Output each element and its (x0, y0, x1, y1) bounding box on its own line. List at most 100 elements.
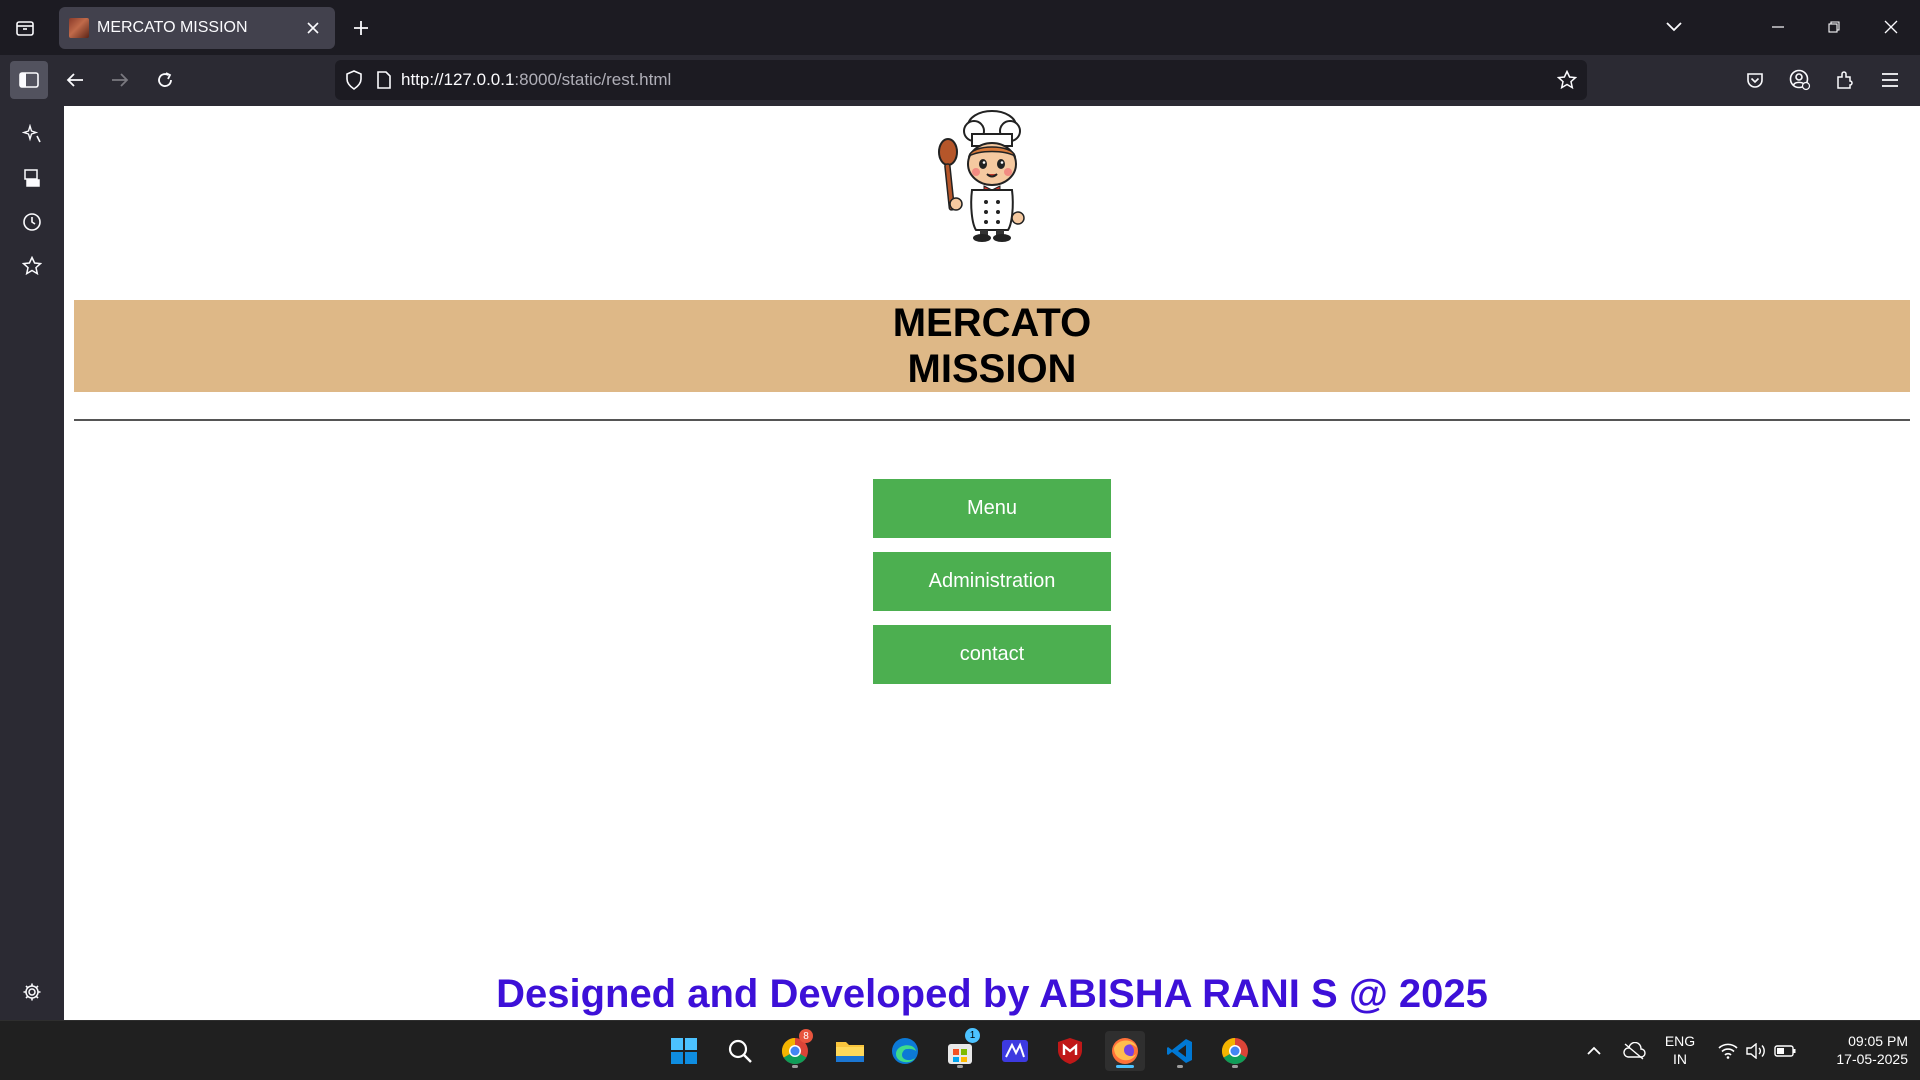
windows-icon (671, 1038, 697, 1064)
taskbar-edge[interactable] (885, 1031, 925, 1071)
tab-title: MERCATO MISSION (97, 19, 248, 36)
arrow-left-icon (66, 73, 83, 87)
running-indicator (1177, 1065, 1183, 1068)
start-button[interactable] (664, 1031, 704, 1071)
address-bar[interactable]: http://127.0.0.1:8000/static/rest.html (335, 60, 1587, 100)
list-all-tabs-button[interactable] (1657, 12, 1691, 42)
footer-credit: Designed and Developed by ABISHA RANI S … (496, 972, 1488, 1016)
menu-button[interactable]: Menu (873, 479, 1111, 538)
taskbar-mcafee[interactable] (1050, 1031, 1090, 1071)
url-text[interactable]: http://127.0.0.1:8000/static/rest.html (401, 70, 1557, 90)
arrow-right-icon (112, 73, 129, 87)
restore-icon (1828, 21, 1840, 33)
chevron-up-icon (1587, 1046, 1601, 1055)
taskbar-store[interactable]: 1 (940, 1028, 980, 1071)
clock[interactable]: 09:05 PM 17-05-2025 (1808, 1032, 1908, 1068)
close-icon (307, 22, 319, 34)
taskbar-chrome[interactable] (1215, 1031, 1255, 1071)
chrome-icon (1221, 1037, 1248, 1065)
puzzle-icon (1837, 71, 1853, 89)
active-tab[interactable]: MERCATO MISSION (59, 7, 335, 49)
contact-button[interactable]: contact (873, 625, 1111, 684)
browser-sidebar (0, 106, 64, 1020)
page-title: MERCATO MISSION (893, 300, 1092, 392)
history-button[interactable] (14, 204, 50, 240)
shield-icon (1058, 1038, 1082, 1064)
running-indicator (1232, 1065, 1238, 1068)
taskbar-chrome-profile[interactable]: 8 (775, 1029, 815, 1071)
account-icon (1789, 69, 1811, 91)
firefox-icon (1112, 1038, 1138, 1064)
extensions-button[interactable] (1826, 61, 1864, 99)
language-code: ENG (1664, 1033, 1696, 1049)
running-indicator (792, 1065, 798, 1068)
devices-icon (24, 169, 40, 187)
pocket-icon (1747, 72, 1763, 88)
language-indicator[interactable]: ENG IN (1660, 1032, 1700, 1068)
horizontal-divider (74, 419, 1910, 421)
search-icon (728, 1039, 752, 1063)
tab-strip: MERCATO MISSION (0, 0, 1920, 55)
minimize-button[interactable] (1761, 12, 1795, 42)
page-icon (377, 71, 391, 89)
new-tab-button[interactable] (346, 14, 376, 42)
sidebar-toggle-button[interactable] (10, 61, 48, 99)
firefox-view-button[interactable] (10, 14, 40, 42)
edge-icon (892, 1038, 918, 1064)
cloud-off-icon (1623, 1042, 1646, 1060)
ai-chatbot-button[interactable] (14, 116, 50, 152)
pocket-button[interactable] (1736, 61, 1774, 99)
title-banner: MERCATO MISSION (74, 300, 1910, 392)
hamburger-icon (1882, 73, 1898, 87)
tab-favicon (69, 18, 89, 38)
account-button[interactable] (1781, 61, 1819, 99)
chef-logo (938, 110, 1025, 242)
back-button[interactable] (56, 61, 94, 99)
bookmarks-button[interactable] (14, 248, 50, 284)
battery-icon (1774, 1045, 1796, 1057)
clock-icon (23, 213, 41, 231)
onedrive-button[interactable] (1614, 1031, 1654, 1071)
app-icon (1002, 1040, 1028, 1062)
shield-icon (346, 70, 362, 90)
gear-icon (23, 983, 41, 1001)
sidebar-icon (19, 72, 39, 88)
app-menu-button[interactable] (1871, 61, 1909, 99)
reload-button[interactable] (146, 61, 184, 99)
taskbar-file-explorer[interactable] (830, 1031, 870, 1071)
sparkle-icon (22, 124, 41, 143)
notification-badge: 8 (799, 1029, 813, 1043)
star-icon[interactable] (1557, 70, 1577, 90)
plus-icon (354, 21, 368, 35)
minimize-icon (1772, 26, 1784, 28)
page-title-line-2: MISSION (907, 347, 1077, 391)
vscode-icon (1167, 1039, 1192, 1063)
close-window-button[interactable] (1874, 12, 1908, 42)
synced-tabs-button[interactable] (14, 160, 50, 196)
clock-date: 17-05-2025 (1836, 1051, 1908, 1067)
search-button[interactable] (720, 1031, 760, 1071)
restore-button[interactable] (1817, 12, 1851, 42)
firefox-view-icon (16, 21, 34, 36)
clock-time: 09:05 PM (1848, 1033, 1908, 1049)
forward-button[interactable] (101, 61, 139, 99)
taskbar-vscode[interactable] (1160, 1031, 1200, 1071)
page-title-line-1: MERCATO (892, 301, 1092, 345)
battery-button[interactable] (1765, 1031, 1805, 1071)
taskbar-editor-app[interactable] (995, 1031, 1035, 1071)
taskbar-firefox[interactable] (1105, 1031, 1145, 1071)
close-icon (1884, 20, 1898, 34)
region-code: IN (1673, 1051, 1687, 1067)
notification-badge: 1 (965, 1028, 980, 1043)
tab-close-button[interactable] (301, 16, 325, 40)
wifi-icon (1718, 1043, 1738, 1059)
windows-taskbar: 8 1 ENG IN 09:05 PM 17-05-2025 (0, 1020, 1920, 1080)
web-page: MERCATO MISSION Menu Administration cont… (64, 106, 1920, 1020)
chevron-down-icon (1666, 22, 1682, 32)
show-hidden-icons-button[interactable] (1574, 1031, 1614, 1071)
folder-icon (836, 1042, 864, 1062)
reload-icon (158, 72, 172, 87)
administration-button[interactable]: Administration (873, 552, 1111, 611)
sidebar-settings-button[interactable] (14, 974, 50, 1010)
running-indicator (957, 1065, 963, 1068)
